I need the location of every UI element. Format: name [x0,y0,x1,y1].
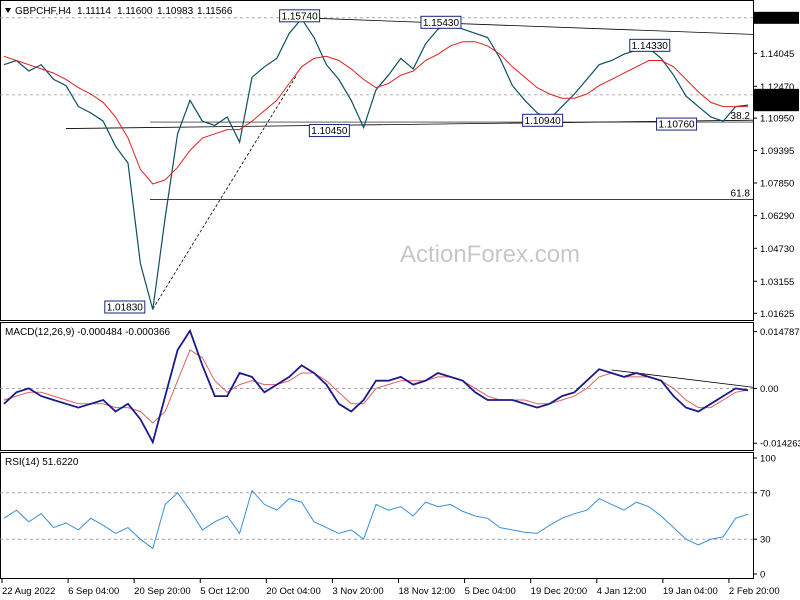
rsi-tick-label: 0 [760,570,765,581]
price-tick-label: 1.04730 [760,244,794,255]
rsi-tick-label: 70 [760,488,771,499]
price-tag-label: 1.15740 [758,13,792,24]
x-tick-label: 19 Dec 20:00 [531,586,588,597]
price-annotation-label: 1.10450 [311,126,348,137]
price-annotation-label: 1.01830 [107,302,144,313]
ohlc-open: 1.11114 [77,6,111,17]
price-tick-label: 1.06290 [760,211,794,222]
x-tick-label: 22 Aug 2022 [2,586,55,597]
x-tick-label: 3 Nov 20:00 [332,586,383,597]
x-tick-label: 5 Oct 12:00 [200,586,249,597]
price-tag-label: 1.11566 [758,101,792,112]
rsi-tick-label: 30 [760,535,771,546]
x-tick-label: 19 Jan 04:00 [663,586,718,597]
price-title: GBPCHF,H4 1.11114 1.11600 1.10983 1.1156… [5,6,233,17]
x-tick-label: 6 Sep 04:00 [68,586,119,597]
price-annotation-label: 1.14330 [632,41,669,52]
price-annotation-label: 1.15430 [423,18,460,29]
ohlc-high: 1.11600 [117,6,153,17]
symbol-label: GBPCHF,H4 [15,6,72,17]
macd-title: MACD(12,26,9) -0.000484 -0.000366 [5,327,171,338]
ohlc-low: 1.10983 [157,6,194,17]
x-tick-label: 18 Nov 12:00 [399,586,456,597]
chart-canvas: ActionForex.com GBPCHF,H4 1.11114 1.1160… [0,0,800,597]
price-tick-label: 1.03155 [760,277,794,288]
x-tick-label: 4 Jan 12:00 [597,586,647,597]
x-tick-label: 20 Sep 20:00 [134,586,191,597]
rsi-title: RSI(14) 51.6220 [5,457,79,468]
rsi-tick-label: 100 [760,454,776,465]
ohlc-close: 1.11566 [197,6,233,17]
price-tick-label: 1.07850 [760,178,794,189]
macd-tick-label: -0.014263 [760,439,800,450]
macd-panel [0,322,754,451]
price-tick-label: 1.01625 [760,309,794,320]
macd-tick-label: 0.00 [760,384,779,395]
x-tick-label: 5 Dec 04:00 [465,586,516,597]
price-annotation-label: 1.10940 [525,116,562,127]
macd-tick-label: 0.014787 [760,327,800,338]
price-tick-label: 1.14045 [760,49,794,60]
price-annotation-label: 1.10760 [658,120,695,131]
x-tick-label: 20 Oct 04:00 [266,586,320,597]
price-tick-label: 1.10950 [760,114,794,125]
price-tick-label: 1.09395 [760,146,794,157]
rsi-panel [0,452,754,579]
fib-label: 61.8 [731,189,751,200]
watermark: ActionForex.com [400,241,580,268]
x-tick-label: 2 Feb 20:00 [729,586,780,597]
x-axis: 22 Aug 2022 6 Sep 04:00 20 Sep 20:00 5 Oct … [1,579,780,597]
price-annotation-label: 1.15740 [282,11,319,22]
